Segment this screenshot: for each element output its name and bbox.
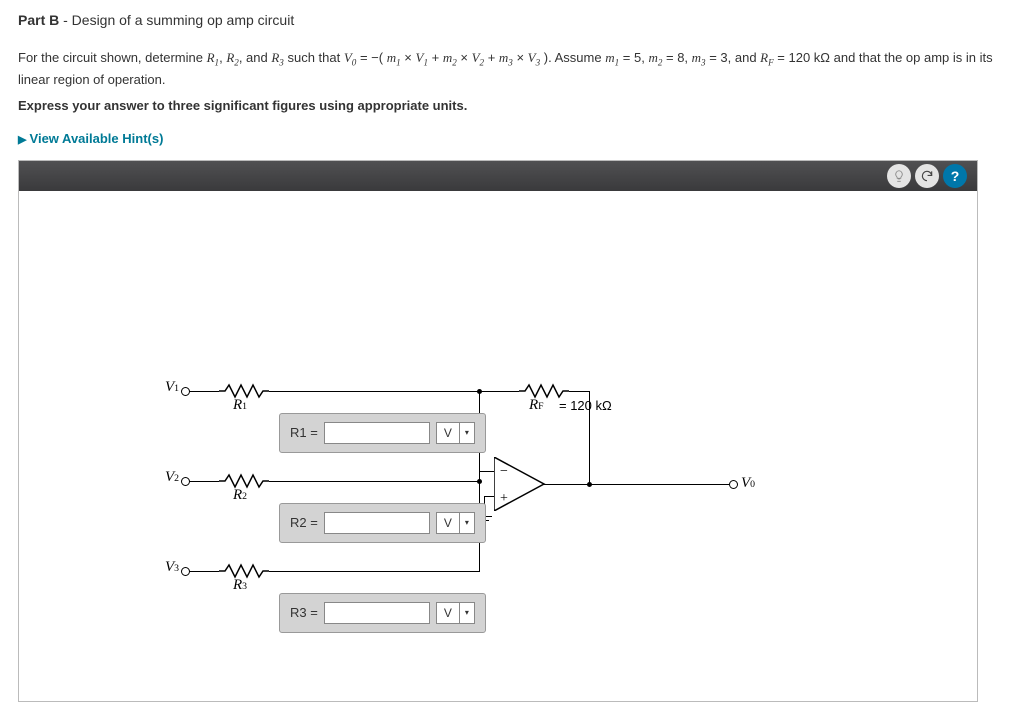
- chevron-down-icon[interactable]: ▾: [459, 603, 474, 623]
- label-v3: V3: [165, 559, 179, 576]
- answer-frame: ? V1 R1 V2 R2 V3: [18, 160, 978, 702]
- circuit-diagram: V1 R1 V2 R2 V3 R3: [19, 191, 977, 701]
- input-label-r2: R2 =: [290, 515, 318, 530]
- input-box-r1: R1 = V ▾: [279, 413, 486, 453]
- answer-instruction: Express your answer to three significant…: [18, 98, 993, 113]
- label-v1: V1: [165, 379, 179, 396]
- svg-text:−: −: [500, 464, 508, 479]
- input-box-r2: R2 = V ▾: [279, 503, 486, 543]
- part-header: Part B - Design of a summing op amp circ…: [18, 12, 993, 28]
- input-label-r1: R1 =: [290, 425, 318, 440]
- part-label: Part B: [18, 12, 59, 28]
- view-hints-link[interactable]: View Available Hint(s): [18, 131, 163, 146]
- chevron-down-icon[interactable]: ▾: [459, 513, 474, 533]
- unit-select-r2[interactable]: V ▾: [436, 512, 475, 534]
- unit-select-r3[interactable]: V ▾: [436, 602, 475, 624]
- unit-select-r1[interactable]: V ▾: [436, 422, 475, 444]
- input-field-r1[interactable]: [324, 422, 430, 444]
- label-r3: R3: [233, 577, 247, 594]
- resistor-rf: [519, 383, 569, 399]
- hint-bulb-icon[interactable]: [887, 164, 911, 188]
- input-box-r3: R3 = V ▾: [279, 593, 486, 633]
- reset-icon[interactable]: [915, 164, 939, 188]
- node-output: [587, 482, 592, 487]
- label-v0: V0: [741, 475, 755, 492]
- label-r1: R1: [233, 397, 247, 414]
- problem-statement: For the circuit shown, determine R1, R2,…: [18, 48, 993, 90]
- input-field-r3[interactable]: [324, 602, 430, 624]
- input-field-r2[interactable]: [324, 512, 430, 534]
- part-title: - Design of a summing op amp circuit: [59, 12, 294, 28]
- label-r2: R2: [233, 487, 247, 504]
- label-v2: V2: [165, 469, 179, 486]
- terminal-v0: [729, 480, 738, 489]
- answer-toolbar: ?: [19, 161, 977, 191]
- svg-text:+: +: [500, 491, 508, 506]
- opamp: − +: [494, 457, 549, 511]
- label-rf-value: = 120 kΩ: [559, 398, 612, 413]
- help-icon[interactable]: ?: [943, 164, 967, 188]
- chevron-down-icon[interactable]: ▾: [459, 423, 474, 443]
- input-label-r3: R3 =: [290, 605, 318, 620]
- label-rf: RF: [529, 397, 544, 414]
